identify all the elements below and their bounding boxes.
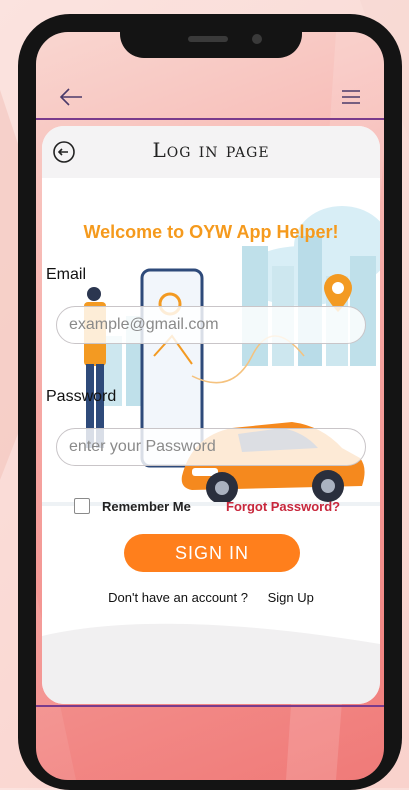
top-bar — [36, 78, 384, 120]
password-label: Password — [46, 388, 117, 405]
front-camera — [252, 34, 262, 44]
card-header: Log in page — [42, 126, 380, 178]
phone-notch — [120, 14, 302, 58]
forgot-password-link[interactable]: Forgot Password? — [226, 499, 340, 514]
remember-me-checkbox[interactable] — [74, 498, 90, 514]
card-bottom-wave — [42, 623, 380, 704]
account-prompt: Don't have an account ? — [108, 590, 248, 605]
welcome-heading: Welcome to OYW App Helper! — [83, 222, 339, 242]
password-field[interactable] — [56, 428, 366, 466]
remember-me-label: Remember Me — [102, 499, 191, 514]
account-row: Don't have an account ? Sign Up — [42, 590, 380, 605]
email-field[interactable] — [56, 306, 366, 344]
hamburger-menu-icon[interactable] — [340, 86, 362, 108]
back-arrow-icon[interactable] — [58, 84, 84, 110]
email-label: Email — [46, 266, 87, 283]
login-card: Log in page Welcome to OYW App Helper! E… — [42, 126, 380, 704]
top-divider — [36, 118, 384, 120]
sign-up-link[interactable]: Sign Up — [268, 590, 314, 605]
speaker-grille — [188, 36, 228, 42]
remember-row: Remember Me Forgot Password? — [74, 498, 374, 518]
page-title: Log in page — [152, 138, 270, 162]
bottom-divider — [36, 705, 384, 707]
sign-in-button[interactable]: SIGN IN — [124, 534, 300, 572]
